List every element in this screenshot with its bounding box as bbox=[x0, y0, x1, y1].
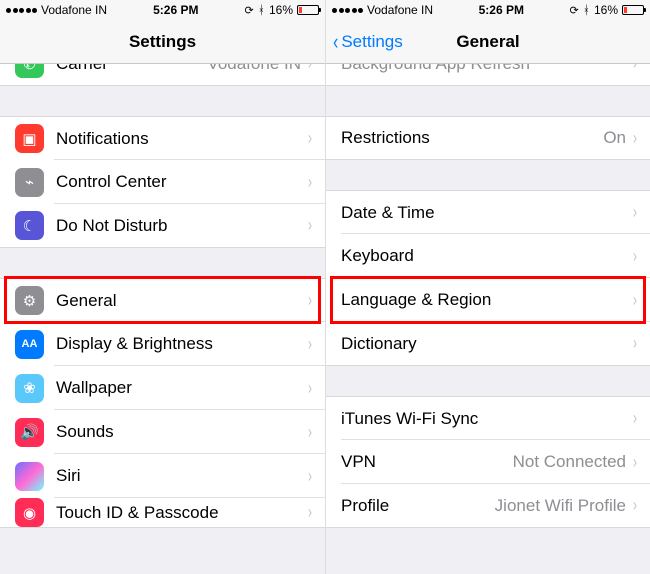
row-notifications[interactable]: ▣ Notifications › bbox=[0, 116, 325, 160]
row-label: Wallpaper bbox=[56, 378, 307, 398]
row-keyboard[interactable]: Keyboard › bbox=[326, 234, 650, 278]
general-screen: Vodafone IN 5:26 PM ⟳ ᚼ 16% ‹ Settings G… bbox=[325, 0, 650, 574]
row-language-region[interactable]: Language & Region › bbox=[326, 278, 650, 322]
chevron-right-icon: › bbox=[633, 246, 637, 267]
back-button[interactable]: ‹ Settings bbox=[332, 20, 403, 63]
row-sounds[interactable]: 🔊 Sounds › bbox=[0, 410, 325, 454]
row-siri[interactable]: Siri › bbox=[0, 454, 325, 498]
row-label: Restrictions bbox=[341, 128, 603, 148]
battery-percent: 16% bbox=[269, 3, 293, 17]
row-label: Date & Time bbox=[341, 203, 632, 223]
row-label: Siri bbox=[56, 466, 307, 486]
row-background-app-refresh[interactable]: Background App Refresh › bbox=[326, 64, 650, 86]
battery-icon bbox=[622, 5, 644, 15]
nav-bar: ‹ Settings General bbox=[326, 20, 650, 64]
wallpaper-icon: ❀ bbox=[15, 374, 44, 403]
page-title: General bbox=[456, 32, 519, 52]
phone-icon: ✆ bbox=[15, 64, 44, 78]
status-time: 5:26 PM bbox=[479, 3, 524, 17]
fingerprint-icon: ◉ bbox=[15, 498, 44, 527]
status-bar: Vodafone IN 5:26 PM ⟳ ᚼ 16% bbox=[326, 0, 650, 20]
settings-list[interactable]: ✆ Carrier Vodafone IN › ▣ Notifications … bbox=[0, 64, 325, 574]
row-touch-id[interactable]: ◉ Touch ID & Passcode › bbox=[0, 498, 325, 528]
orientation-lock-icon: ⟳ bbox=[245, 4, 254, 17]
chevron-right-icon: › bbox=[633, 408, 637, 429]
row-wallpaper[interactable]: ❀ Wallpaper › bbox=[0, 366, 325, 410]
chevron-right-icon: › bbox=[308, 422, 312, 443]
battery-percent: 16% bbox=[594, 3, 618, 17]
sounds-icon: 🔊 bbox=[15, 418, 44, 447]
row-value: Not Connected bbox=[513, 452, 626, 472]
battery-icon bbox=[297, 5, 319, 15]
chevron-right-icon: › bbox=[308, 64, 312, 74]
row-general[interactable]: ⚙ General › bbox=[0, 278, 325, 322]
chevron-right-icon: › bbox=[633, 333, 637, 354]
chevron-right-icon: › bbox=[633, 64, 637, 74]
page-title: Settings bbox=[129, 32, 196, 52]
chevron-right-icon: › bbox=[633, 290, 637, 311]
display-icon: AA bbox=[15, 330, 44, 359]
back-label: Settings bbox=[341, 32, 402, 52]
row-label: iTunes Wi-Fi Sync bbox=[341, 409, 632, 429]
chevron-right-icon: › bbox=[633, 128, 637, 149]
carrier-label: Vodafone IN bbox=[41, 3, 107, 17]
row-restrictions[interactable]: Restrictions On › bbox=[326, 116, 650, 160]
row-carrier[interactable]: ✆ Carrier Vodafone IN › bbox=[0, 64, 325, 86]
row-label: Notifications bbox=[56, 129, 307, 149]
chevron-right-icon: › bbox=[308, 290, 312, 311]
nav-bar: Settings bbox=[0, 20, 325, 64]
row-itunes-wifi-sync[interactable]: iTunes Wi-Fi Sync › bbox=[326, 396, 650, 440]
settings-screen: Vodafone IN 5:26 PM ⟳ ᚼ 16% Settings ✆ C… bbox=[0, 0, 325, 574]
control-center-icon: ⌁ bbox=[15, 168, 44, 197]
row-control-center[interactable]: ⌁ Control Center › bbox=[0, 160, 325, 204]
row-dictionary[interactable]: Dictionary › bbox=[326, 322, 650, 366]
orientation-lock-icon: ⟳ bbox=[570, 4, 579, 17]
row-label: Control Center bbox=[56, 172, 307, 192]
row-label: Do Not Disturb bbox=[56, 216, 307, 236]
chevron-right-icon: › bbox=[308, 128, 312, 149]
row-label: Keyboard bbox=[341, 246, 632, 266]
row-value: On bbox=[603, 128, 626, 148]
row-do-not-disturb[interactable]: ☾ Do Not Disturb › bbox=[0, 204, 325, 248]
row-label: Profile bbox=[341, 496, 495, 516]
row-date-time[interactable]: Date & Time › bbox=[326, 190, 650, 234]
row-vpn[interactable]: VPN Not Connected › bbox=[326, 440, 650, 484]
general-list[interactable]: Background App Refresh › Restrictions On… bbox=[326, 64, 650, 574]
carrier-label: Vodafone IN bbox=[367, 3, 433, 17]
signal-strength-icon bbox=[6, 8, 37, 13]
chevron-right-icon: › bbox=[633, 202, 637, 223]
status-time: 5:26 PM bbox=[153, 3, 198, 17]
chevron-right-icon: › bbox=[633, 452, 637, 473]
chevron-right-icon: › bbox=[308, 172, 312, 193]
row-profile[interactable]: Profile Jionet Wifi Profile › bbox=[326, 484, 650, 528]
row-label: Sounds bbox=[56, 422, 307, 442]
row-label: Background App Refresh bbox=[341, 64, 632, 74]
moon-icon: ☾ bbox=[15, 211, 44, 240]
gear-icon: ⚙ bbox=[15, 286, 44, 315]
chevron-left-icon: ‹ bbox=[333, 31, 338, 53]
chevron-right-icon: › bbox=[308, 378, 312, 399]
bluetooth-icon: ᚼ bbox=[258, 3, 265, 17]
row-value: Jionet Wifi Profile bbox=[495, 496, 626, 516]
row-label: General bbox=[56, 291, 307, 311]
chevron-right-icon: › bbox=[308, 502, 312, 523]
row-label: Language & Region bbox=[341, 290, 632, 310]
chevron-right-icon: › bbox=[308, 466, 312, 487]
status-bar: Vodafone IN 5:26 PM ⟳ ᚼ 16% bbox=[0, 0, 325, 20]
row-value: Vodafone IN bbox=[207, 64, 301, 74]
row-label: Display & Brightness bbox=[56, 334, 307, 354]
chevron-right-icon: › bbox=[308, 215, 312, 236]
row-display-brightness[interactable]: AA Display & Brightness › bbox=[0, 322, 325, 366]
chevron-right-icon: › bbox=[308, 334, 312, 355]
chevron-right-icon: › bbox=[633, 495, 637, 516]
row-label: Carrier bbox=[56, 64, 207, 74]
row-label: VPN bbox=[341, 452, 513, 472]
signal-strength-icon bbox=[332, 8, 363, 13]
notifications-icon: ▣ bbox=[15, 124, 44, 153]
bluetooth-icon: ᚼ bbox=[583, 3, 590, 17]
row-label: Dictionary bbox=[341, 334, 632, 354]
row-label: Touch ID & Passcode bbox=[56, 503, 307, 523]
siri-icon bbox=[15, 462, 44, 491]
